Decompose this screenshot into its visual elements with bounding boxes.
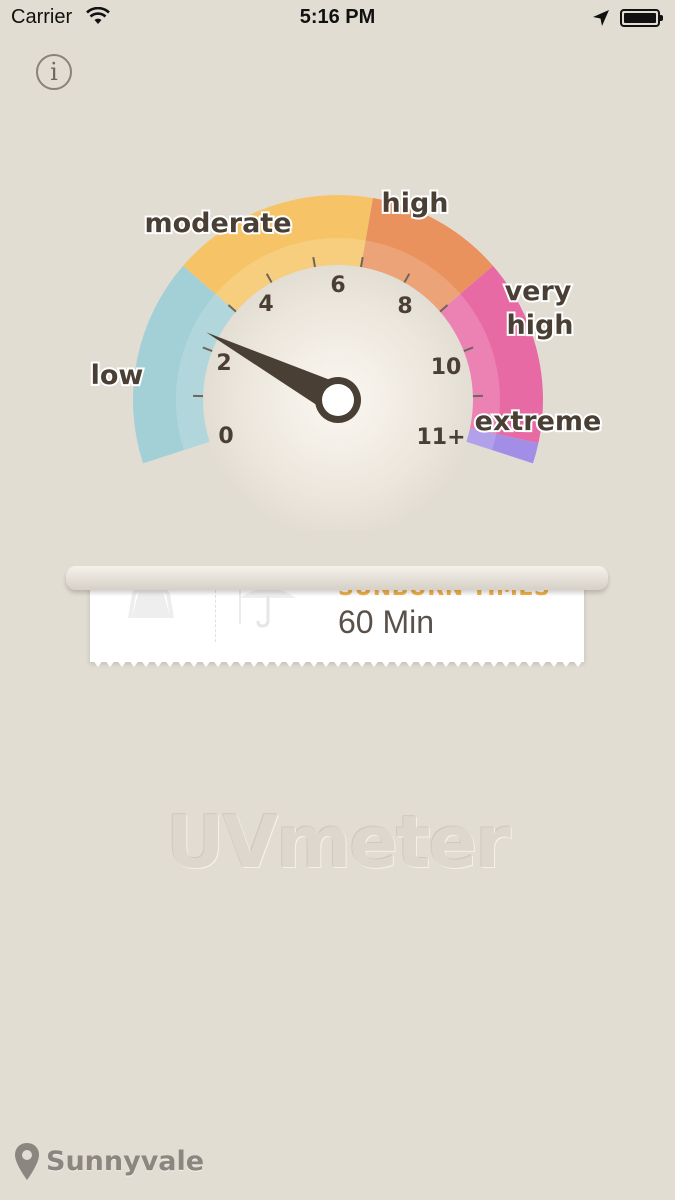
- ticket-torn-edge: [90, 655, 584, 667]
- uv-gauge: 0 2 4 6 8 10 11+ low moderate high very …: [0, 150, 675, 530]
- gauge-needle-hub-center: [322, 384, 354, 416]
- tick-label-10: 10: [431, 355, 462, 380]
- band-label-very-high: high: [506, 310, 573, 341]
- tick-label-0: 0: [218, 424, 233, 449]
- uvmeter-logo: UVmeter: [166, 800, 511, 884]
- band-label-high: high: [381, 188, 448, 219]
- sunburn-time-value: 60 Min: [338, 604, 435, 640]
- info-button[interactable]: i: [36, 54, 72, 90]
- clock: 5:16 PM: [299, 6, 376, 28]
- ticket-divider: [215, 590, 216, 642]
- uv-gauge-svg: 0 2 4 6 8 10 11+ low moderate high very …: [89, 186, 603, 530]
- band-label-extreme: extreme: [475, 406, 602, 437]
- status-bar: Carrier 5:16 PM: [0, 0, 675, 40]
- band-label-moderate: moderate: [144, 208, 291, 239]
- tick-label-6: 6: [330, 273, 345, 298]
- battery-icon: [620, 9, 663, 27]
- map-pin-icon: [15, 1143, 39, 1180]
- tick-label-2: 2: [216, 351, 231, 376]
- location-arrow-icon: [592, 9, 610, 31]
- sunburn-ticket[interactable]: SUNBURN TIMES 60 Min: [90, 580, 584, 662]
- tick-label-4: 4: [258, 292, 273, 317]
- band-label-low: low: [91, 360, 144, 391]
- tick-label-11-plus: 11+: [416, 425, 465, 450]
- band-label-very: very: [505, 276, 572, 307]
- umbrella-icon: [239, 588, 296, 628]
- tick-label-8: 8: [397, 294, 412, 319]
- ticket-slot: [66, 566, 608, 590]
- location-name: Sunnyvale: [46, 1146, 205, 1177]
